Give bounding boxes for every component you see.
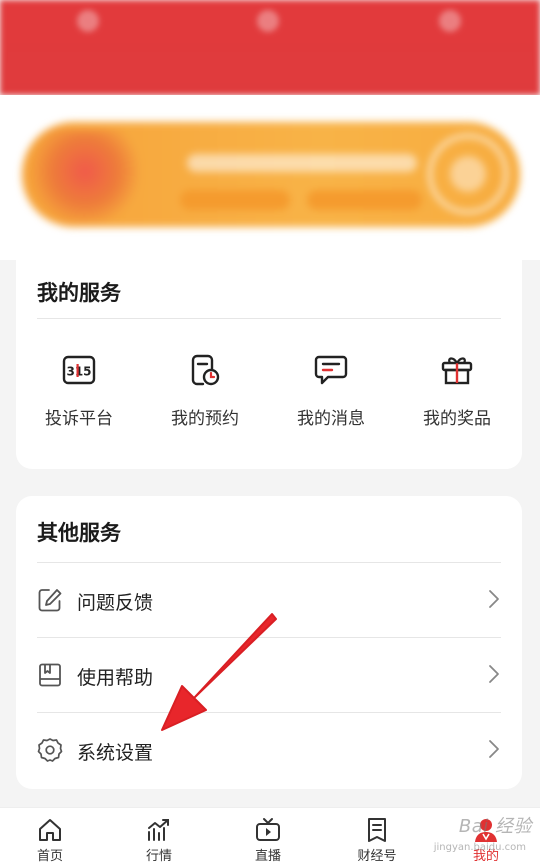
- annotation-arrow: [150, 610, 280, 740]
- service-label: 我的预约: [171, 409, 239, 429]
- market-chart-icon: [145, 816, 173, 844]
- service-label: 我的消息: [297, 409, 365, 429]
- finance-account-icon: [363, 816, 391, 844]
- chevron-right-icon: [487, 588, 501, 610]
- appointment-icon: [187, 352, 223, 388]
- service-label: 投诉平台: [45, 409, 113, 429]
- chevron-right-icon: [487, 738, 501, 760]
- header-shortcut-blurred[interactable]: [238, 10, 298, 44]
- header-shortcut-blurred[interactable]: [58, 10, 118, 44]
- gear-icon: [37, 737, 63, 763]
- service-item-appointment[interactable]: 我的预约: [142, 352, 268, 429]
- promo-banner-blurred[interactable]: [22, 122, 520, 227]
- service-item-complaint[interactable]: 315 投诉平台: [16, 352, 142, 429]
- menu-label: 使用帮助: [77, 667, 154, 689]
- service-item-messages[interactable]: 我的消息: [268, 352, 394, 429]
- service-item-prizes[interactable]: 我的奖品: [394, 352, 520, 429]
- edit-feedback-icon: [37, 587, 63, 613]
- nav-item-home[interactable]: 首页: [10, 816, 90, 864]
- nav-label: 直播: [254, 849, 281, 864]
- gift-icon: [439, 352, 475, 388]
- nav-item-market[interactable]: 行情: [119, 816, 199, 864]
- nav-label: 财经号: [357, 849, 397, 864]
- menu-label: 系统设置: [77, 742, 154, 764]
- nav-item-finance-account[interactable]: 财经号: [337, 816, 417, 864]
- message-icon: [313, 352, 349, 388]
- chevron-right-icon: [487, 663, 501, 685]
- gift-illustration: [30, 130, 140, 222]
- banner-badge: [428, 134, 508, 214]
- divider: [37, 318, 501, 319]
- services-grid: 315 投诉平台 我的预约 我的消息 我的奖品: [16, 352, 522, 442]
- menu-label: 问题反馈: [77, 592, 154, 614]
- top-header-blurred: [0, 0, 540, 95]
- complaint-315-icon: 315: [61, 352, 97, 388]
- home-icon: [36, 816, 64, 844]
- complaint-badge: 315: [66, 365, 91, 379]
- live-tv-icon: [254, 816, 282, 844]
- my-services-card: 我的服务 315 投诉平台 我的预约 我的消息 我的奖品: [16, 256, 522, 469]
- nav-label: 行情: [145, 849, 172, 864]
- watermark-url: jingyan.baidu.com: [433, 842, 526, 853]
- help-book-icon: [37, 662, 63, 688]
- nav-item-live[interactable]: 直播: [228, 816, 308, 864]
- nav-label: 首页: [36, 849, 63, 864]
- section-title: 我的服务: [37, 281, 121, 305]
- header-shortcut-blurred[interactable]: [420, 10, 480, 44]
- service-label: 我的奖品: [423, 409, 491, 429]
- watermark: Bai 经验: [458, 816, 532, 837]
- section-title: 其他服务: [37, 521, 121, 545]
